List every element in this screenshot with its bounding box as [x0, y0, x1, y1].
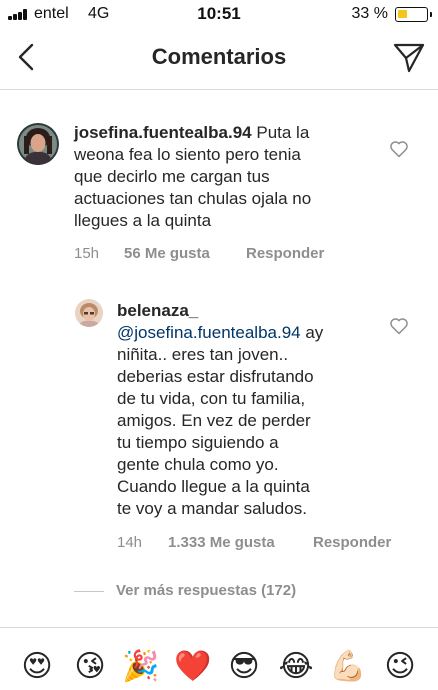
- view-more-replies-button[interactable]: Ver más respuestas (172): [116, 582, 296, 599]
- avatar[interactable]: [17, 123, 59, 165]
- emoji-flexed-biceps-button[interactable]: 💪🏻: [328, 647, 368, 687]
- like-heart-icon[interactable]: [389, 139, 409, 159]
- mention-link[interactable]: @josefina.fuentealba.94: [117, 323, 301, 342]
- reply-button[interactable]: Responder: [246, 245, 324, 262]
- divider: [74, 591, 104, 592]
- avatar[interactable]: [75, 299, 103, 327]
- comment-meta: 14h: [117, 534, 142, 551]
- emoji-sunglasses-button[interactable]: 😎: [224, 647, 264, 687]
- paper-plane-icon: [393, 43, 425, 73]
- comment-body-line: tu tiempo siguiendo a: [117, 433, 279, 452]
- comment-body-line: weona fea lo siento pero tenia: [74, 145, 301, 164]
- likes-count-label: 1.333 Me gusta: [168, 534, 275, 551]
- emoji-party-popper-button[interactable]: 🎉: [121, 647, 161, 687]
- comment-body-line: te voy a mandar saludos.: [117, 499, 307, 518]
- emoji-wink-button[interactable]: 😉: [380, 647, 420, 687]
- comment-meta: 15h: [74, 245, 99, 262]
- page-title: Comentarios: [151, 44, 287, 69]
- status-bar: entel 4G 10:51 33 %: [0, 0, 438, 28]
- comment-time: 15h: [74, 245, 100, 262]
- comment-body-line: gente chula como yo.: [117, 455, 279, 474]
- comment-body-line: de tu vida, con tu familia,: [117, 389, 306, 408]
- emoji-quick-bar: 😍 😘 🎉 ❤️ 😎 😂 💪🏻 😉: [0, 627, 438, 690]
- battery-percentage: 33 %: [351, 5, 388, 22]
- comment-body-line: llegues a la quinta: [74, 211, 212, 230]
- comment-body-line: que decirlo me cargan tus: [74, 167, 270, 186]
- reply-button[interactable]: Responder: [313, 534, 391, 551]
- comment-body-line: Puta la: [256, 123, 310, 142]
- comment-text: josefina.fuentealba.94 Puta la weona fea…: [74, 122, 384, 232]
- likes-count-label: 56 Me gusta: [124, 245, 210, 262]
- reply-button-label: Responder: [246, 245, 325, 262]
- comment-username[interactable]: josefina.fuentealba.94: [74, 123, 252, 142]
- battery-level-fill: [398, 10, 407, 18]
- emoji-tears-of-joy-button[interactable]: 😂: [276, 647, 316, 687]
- emoji-heart-eyes-button[interactable]: 😍: [17, 647, 57, 687]
- comment-time: 14h: [117, 534, 143, 551]
- reply-text: belenaza_ @josefina.fuentealba.94 ay niñ…: [117, 300, 367, 520]
- nav-bar: Comentarios: [0, 28, 438, 90]
- comment-body-line: actuaciones tan chulas ojala no: [74, 189, 312, 208]
- comment-body-line: Cuando llegue a la quinta: [117, 477, 310, 496]
- comment-body-line: amigos. En vez de perder: [117, 411, 311, 430]
- comment-body-line: niñita.. eres tan joven..: [117, 345, 289, 364]
- reply-button-label: Responder: [313, 534, 392, 551]
- comment-username[interactable]: belenaza_: [117, 301, 198, 320]
- comment-body-line: ay: [300, 323, 324, 342]
- share-button[interactable]: [392, 40, 426, 74]
- emoji-red-heart-button[interactable]: ❤️: [173, 647, 213, 687]
- likes-count[interactable]: 56 Me gusta: [124, 245, 210, 262]
- battery-icon: [395, 7, 432, 22]
- comment-body-line: deberias estar disfrutando: [117, 367, 314, 386]
- likes-count[interactable]: 1.333 Me gusta: [168, 534, 275, 551]
- emoji-kiss-button[interactable]: 😘: [70, 647, 110, 687]
- like-heart-icon[interactable]: [389, 316, 409, 336]
